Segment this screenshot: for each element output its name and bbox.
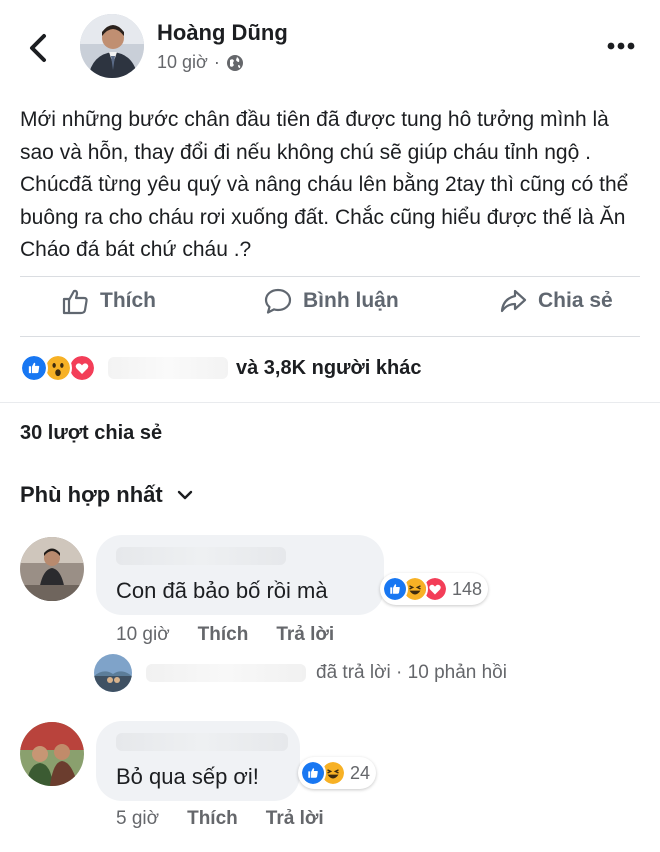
divider [0,402,660,403]
comment-text: Con đã bảo bố rồi mà [116,578,328,603]
redacted-reply-name [146,664,306,682]
comment-time[interactable]: 5 giờ [116,808,159,830]
post-header: Hoàng Dũng 10 giờ · [0,0,660,96]
comment-time[interactable]: 10 giờ [116,624,170,646]
redacted-commenter-name [116,733,288,751]
reactions-summary-text: và 3,8K người khác [236,356,422,379]
post-body-text: Mới những bước chân đầu tiên đã được tun… [20,108,629,261]
redacted-commenter-name [116,547,286,565]
comment-reactions[interactable]: 24 [298,757,377,789]
shares-count[interactable]: 30 lượt chia sẻ [20,422,162,445]
post-action-bar: Thích Bình luận Chia sẻ [0,276,660,332]
comment-meta: 5 giờ Thích Trả lời [116,808,324,830]
like-button-label: Thích [100,289,156,312]
share-arrow-icon [500,289,527,313]
comment-reply-button[interactable]: Trả lời [266,808,324,830]
share-button-label: Chia sẻ [538,289,613,312]
wow-icon [44,354,72,382]
comment-like-button[interactable]: Thích [187,808,238,830]
like-icon [300,760,326,786]
post-meta: 10 giờ · [157,52,244,73]
reactions-summary[interactable]: và 3,8K người khác [20,352,421,384]
view-replies[interactable]: đã trả lời · 10 phản hồi [94,654,507,692]
replies-summary: đã trả lời · 10 phản hồi [316,662,507,683]
chevron-down-icon [177,490,192,500]
more-horizontal-icon[interactable] [606,40,636,52]
share-button[interactable]: Chia sẻ [498,286,613,316]
commenter-avatar[interactable] [20,537,84,601]
meta-separator: · [213,52,220,72]
commenter-avatar[interactable] [20,722,84,786]
comment-reply-button[interactable]: Trả lời [276,624,334,646]
comment-meta: 10 giờ Thích Trả lời [116,624,334,646]
author-avatar[interactable] [80,14,144,78]
like-icon [20,354,48,382]
thumbs-up-icon [62,289,88,315]
redacted-names [108,357,228,379]
globe-icon [226,54,243,71]
comment-button-label: Bình luận [303,289,399,312]
comment-reaction-count: 24 [350,762,371,783]
comment-filter-label: Phù hợp nhất [20,482,163,507]
comment-filter-dropdown[interactable]: Phù hợp nhất [20,482,193,508]
like-button[interactable]: Thích [60,286,156,316]
comment-like-button[interactable]: Thích [198,624,249,646]
chevron-left-icon[interactable] [26,32,52,64]
comment-text: Bỏ qua sếp ơi! [116,764,259,789]
reaction-icons [20,353,102,383]
post-time[interactable]: 10 giờ [157,52,208,73]
comment-icon [264,288,292,314]
comment-reaction-count: 148 [452,578,483,599]
comment-button[interactable]: Bình luận [263,286,399,316]
love-icon [68,354,96,382]
divider [20,336,640,337]
reply-author-avatar [94,654,132,692]
comment-reactions[interactable]: 148 [380,573,489,605]
like-icon [382,576,408,602]
author-name[interactable]: Hoàng Dũng [157,20,288,46]
